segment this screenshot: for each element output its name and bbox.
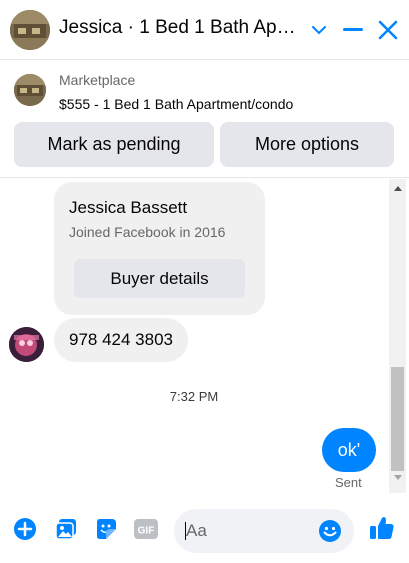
marketplace-label: Marketplace	[59, 72, 136, 88]
message-timestamp: 7:32 PM	[169, 389, 219, 404]
svg-text:GIF: GIF	[138, 526, 155, 537]
message-composer: GIF	[0, 493, 409, 563]
buyer-name: Jessica Bassett	[69, 198, 188, 217]
conversation-title[interactable]: Jessica · 1 Bed 1 Bath Apartment/condo	[59, 17, 299, 39]
listing-title[interactable]: $555 - 1 Bed 1 Bath Apartment/condo	[59, 96, 293, 112]
more-options-button[interactable]: More options	[220, 122, 394, 167]
chat-header: Jessica · 1 Bed 1 Bath Apartment/condo	[0, 0, 409, 60]
gif-icon[interactable]: GIF	[133, 516, 159, 542]
emoji-icon[interactable]	[318, 519, 342, 543]
sent-status: Sent	[335, 475, 362, 490]
scroll-up-arrow-icon[interactable]	[389, 185, 406, 197]
thumbs-up-icon[interactable]	[369, 515, 395, 541]
listing-thumbnail[interactable]	[14, 74, 46, 106]
buyer-joined-text: Joined Facebook in 2016	[69, 224, 226, 240]
buyer-info-card: Jessica Bassett Joined Facebook in 2016 …	[54, 182, 265, 315]
plus-icon[interactable]	[12, 516, 38, 542]
thread-scrollbar[interactable]	[389, 179, 406, 493]
incoming-message[interactable]: 978 424 3803	[54, 318, 188, 362]
message-input[interactable]	[186, 509, 316, 553]
marketplace-listing-panel: Marketplace $555 - 1 Bed 1 Bath Apartmen…	[0, 60, 409, 178]
mark-as-pending-button[interactable]: Mark as pending	[14, 122, 214, 167]
message-thread: Jessica Bassett Joined Facebook in 2016 …	[0, 179, 409, 493]
sticker-icon[interactable]	[93, 516, 119, 542]
scroll-down-arrow-icon[interactable]	[389, 475, 406, 487]
photo-icon[interactable]	[53, 516, 79, 542]
sender-avatar[interactable]	[9, 327, 44, 362]
scrollbar-thumb[interactable]	[391, 367, 404, 471]
minimize-icon[interactable]	[339, 16, 367, 44]
close-icon[interactable]	[374, 16, 402, 44]
buyer-details-button[interactable]: Buyer details	[74, 259, 245, 298]
contact-avatar[interactable]	[10, 10, 50, 50]
chevron-down-icon[interactable]	[305, 16, 333, 44]
outgoing-message[interactable]: ok'	[322, 428, 376, 472]
message-input-wrapper[interactable]	[174, 509, 354, 553]
